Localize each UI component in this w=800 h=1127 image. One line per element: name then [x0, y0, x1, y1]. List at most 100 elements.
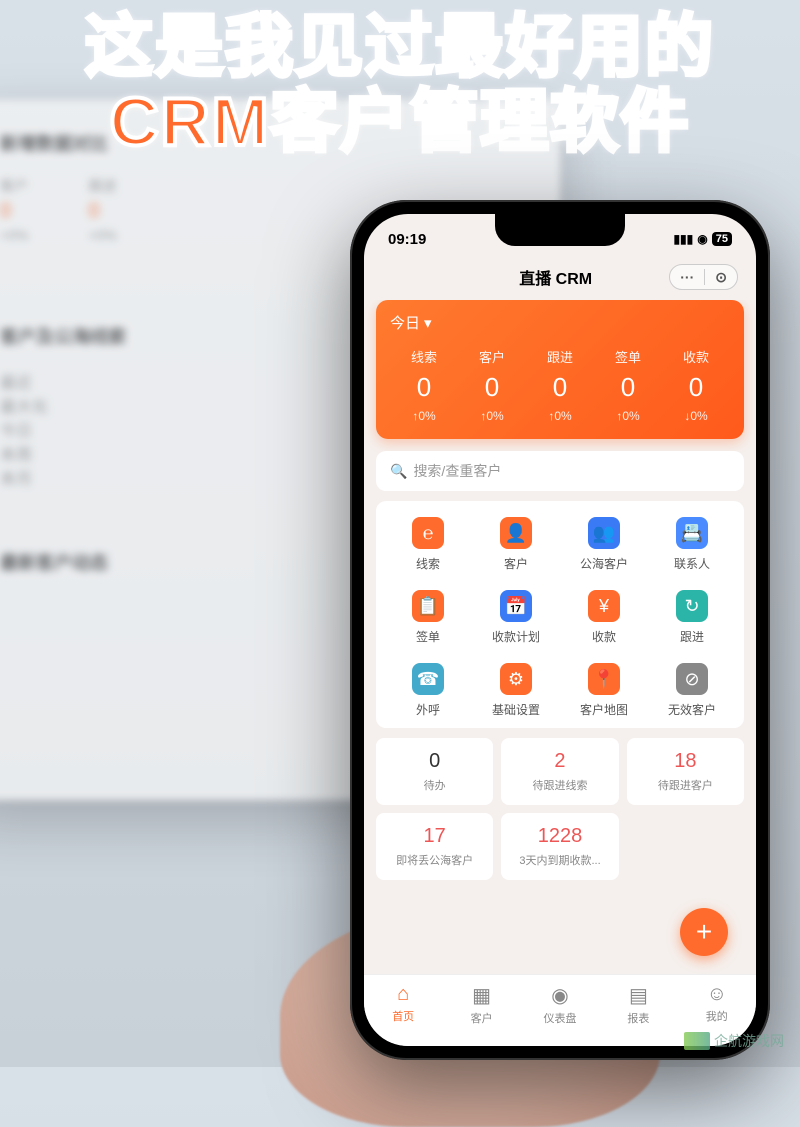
app-title: 直播 CRM — [519, 265, 592, 289]
search-icon: 🔍 — [390, 463, 407, 480]
summary-label: 待跟进客户 — [635, 777, 736, 793]
menu-item-收款[interactable]: ¥收款 — [560, 590, 648, 645]
menu-label: 联系人 — [674, 555, 710, 572]
summary-cell-4[interactable]: 1228 3天内到期收款... — [501, 813, 618, 880]
bg-col-followup: 跟进 0 +0% — [88, 176, 116, 243]
stat-label: 签单 — [594, 347, 662, 366]
summary-value: 17 — [384, 825, 485, 848]
tab-我的[interactable]: ☺ 我的 — [678, 983, 756, 1026]
stat-change: ↑0% — [594, 409, 662, 423]
status-time: 09:19 — [388, 231, 426, 248]
summary-label: 待办 — [384, 777, 485, 793]
bg-col-customer: 客户 0 +0% — [0, 176, 28, 243]
tab-label: 首页 — [392, 1011, 414, 1023]
menu-label: 客户 — [504, 555, 528, 572]
menu-item-跟进[interactable]: ↻ 跟进 — [648, 590, 736, 645]
menu-item-联系人[interactable]: 📇 联系人 — [648, 517, 736, 572]
menu-label: 线索 — [416, 555, 440, 572]
外呼-icon: ☎ — [412, 663, 444, 695]
summary-cell-1[interactable]: 2 待跟进线索 — [501, 738, 618, 805]
menu-grid-card: ℮ 线索 👤客户 👥 公海客户 📇 联系人 📋 签单 📅收款计划¥收款 ↻ 跟进 ☎ 外呼 ⚙ 基础设置 📍 客户… — [376, 501, 744, 728]
跟进-icon: ↻ — [676, 590, 708, 622]
客户地图-icon: 📍 — [588, 663, 620, 695]
menu-label: 签单 — [416, 628, 440, 645]
公海客户-icon: 👥 — [588, 517, 620, 549]
menu-icon[interactable]: ··· — [670, 269, 704, 285]
close-icon[interactable]: ⊙ — [705, 269, 737, 286]
menu-label: 收款 — [592, 628, 616, 645]
plus-icon: + — [696, 916, 712, 948]
基础设置-icon: ⚙ — [500, 663, 532, 695]
tab-报表[interactable]: ▤报表 — [599, 983, 677, 1026]
tab-首页[interactable]: ⌂首页 — [364, 983, 442, 1026]
wifi-icon: ◉ — [697, 232, 707, 246]
app-header: 直播 CRM ··· ⊙ — [364, 258, 756, 300]
stat-change: ↓0% — [662, 409, 730, 423]
tab-仪表盘[interactable]: ◉仪表盘 — [521, 983, 599, 1026]
menu-label: 外呼 — [416, 701, 440, 718]
stat-label: 客户 — [458, 347, 526, 366]
stat-label: 线索 — [390, 347, 458, 366]
tab-客户[interactable]: ▦客户 — [442, 983, 520, 1026]
stats-period-selector[interactable]: 今日 ▾ — [390, 312, 730, 333]
menu-label: 客户地图 — [580, 701, 628, 718]
menu-label: 公海客户 — [580, 555, 628, 572]
tab-label: 仪表盘 — [543, 1013, 576, 1025]
stat-value: 0 — [458, 372, 526, 403]
stat-1[interactable]: 客户 0 ↑0% — [458, 347, 526, 423]
stat-3[interactable]: 签单0↑0% — [594, 347, 662, 423]
stat-4[interactable]: 收款 0 ↓0% — [662, 347, 730, 423]
phone-notch — [495, 214, 625, 246]
menu-item-线索[interactable]: ℮ 线索 — [384, 517, 472, 572]
menu-label: 基础设置 — [492, 701, 540, 718]
menu-item-基础设置[interactable]: ⚙ 基础设置 — [472, 663, 560, 718]
today-stats-card[interactable]: 今日 ▾ 线索0↑0%客户0↑0%跟进0↑0%签单0↑0%收款0↓0% — [376, 300, 744, 439]
watermark: 企航游戏网 — [684, 1031, 784, 1051]
tab-icon: ▤ — [599, 983, 677, 1008]
联系人-icon: 📇 — [676, 517, 708, 549]
stat-change: ↑0% — [458, 409, 526, 423]
stat-change: ↑0% — [390, 409, 458, 423]
签单-icon: 📋 — [412, 590, 444, 622]
summary-value: 18 — [635, 750, 736, 773]
miniprogram-capsule[interactable]: ··· ⊙ — [669, 264, 738, 290]
summary-label: 待跟进线索 — [509, 777, 610, 793]
stat-value: 0 — [662, 372, 730, 403]
search-input[interactable]: 🔍 搜索/查重客户 — [376, 451, 744, 491]
summary-value: 1228 — [509, 825, 610, 848]
stat-label: 跟进 — [526, 347, 594, 366]
收款计划-icon: 📅 — [500, 590, 532, 622]
menu-item-收款计划[interactable]: 📅收款计划 — [472, 590, 560, 645]
summary-cell-2[interactable]: 18 待跟进客户 — [627, 738, 744, 805]
main-content: 今日 ▾ 线索0↑0%客户0↑0%跟进0↑0%签单0↑0%收款0↓0% 🔍 搜索… — [364, 300, 756, 974]
menu-item-签单[interactable]: 📋 签单 — [384, 590, 472, 645]
summary-label: 3天内到期收款... — [509, 852, 610, 868]
stat-label: 收款 — [662, 347, 730, 366]
线索-icon: ℮ — [412, 517, 444, 549]
marketing-headline: 这是我见过最好用的 CRM客户管理软件 — [0, 10, 800, 160]
signal-icon: ▮▮▮ — [673, 232, 693, 246]
menu-item-无效客户[interactable]: ⊘ 无效客户 — [648, 663, 736, 718]
battery-indicator: 75 — [712, 232, 732, 246]
menu-label: 跟进 — [680, 628, 704, 645]
add-button[interactable]: + — [680, 908, 728, 956]
summary-cell-3[interactable]: 17 即将丢公海客户 — [376, 813, 493, 880]
watermark-logo-icon — [684, 1032, 710, 1050]
summary-value: 2 — [509, 750, 610, 773]
search-placeholder: 搜索/查重客户 — [413, 461, 501, 481]
tab-icon: ☺ — [678, 983, 756, 1006]
stat-value: 0 — [526, 372, 594, 403]
stat-0[interactable]: 线索0↑0% — [390, 347, 458, 423]
menu-item-公海客户[interactable]: 👥 公海客户 — [560, 517, 648, 572]
stat-2[interactable]: 跟进0↑0% — [526, 347, 594, 423]
menu-label: 无效客户 — [668, 701, 716, 718]
summary-cell-0[interactable]: 0 待办 — [376, 738, 493, 805]
tab-label: 我的 — [706, 1011, 728, 1023]
tab-icon: ▦ — [442, 983, 520, 1008]
summary-value: 0 — [384, 750, 485, 773]
无效客户-icon: ⊘ — [676, 663, 708, 695]
summary-label: 即将丢公海客户 — [384, 852, 485, 868]
menu-item-外呼[interactable]: ☎ 外呼 — [384, 663, 472, 718]
menu-item-客户地图[interactable]: 📍 客户地图 — [560, 663, 648, 718]
menu-item-客户[interactable]: 👤客户 — [472, 517, 560, 572]
